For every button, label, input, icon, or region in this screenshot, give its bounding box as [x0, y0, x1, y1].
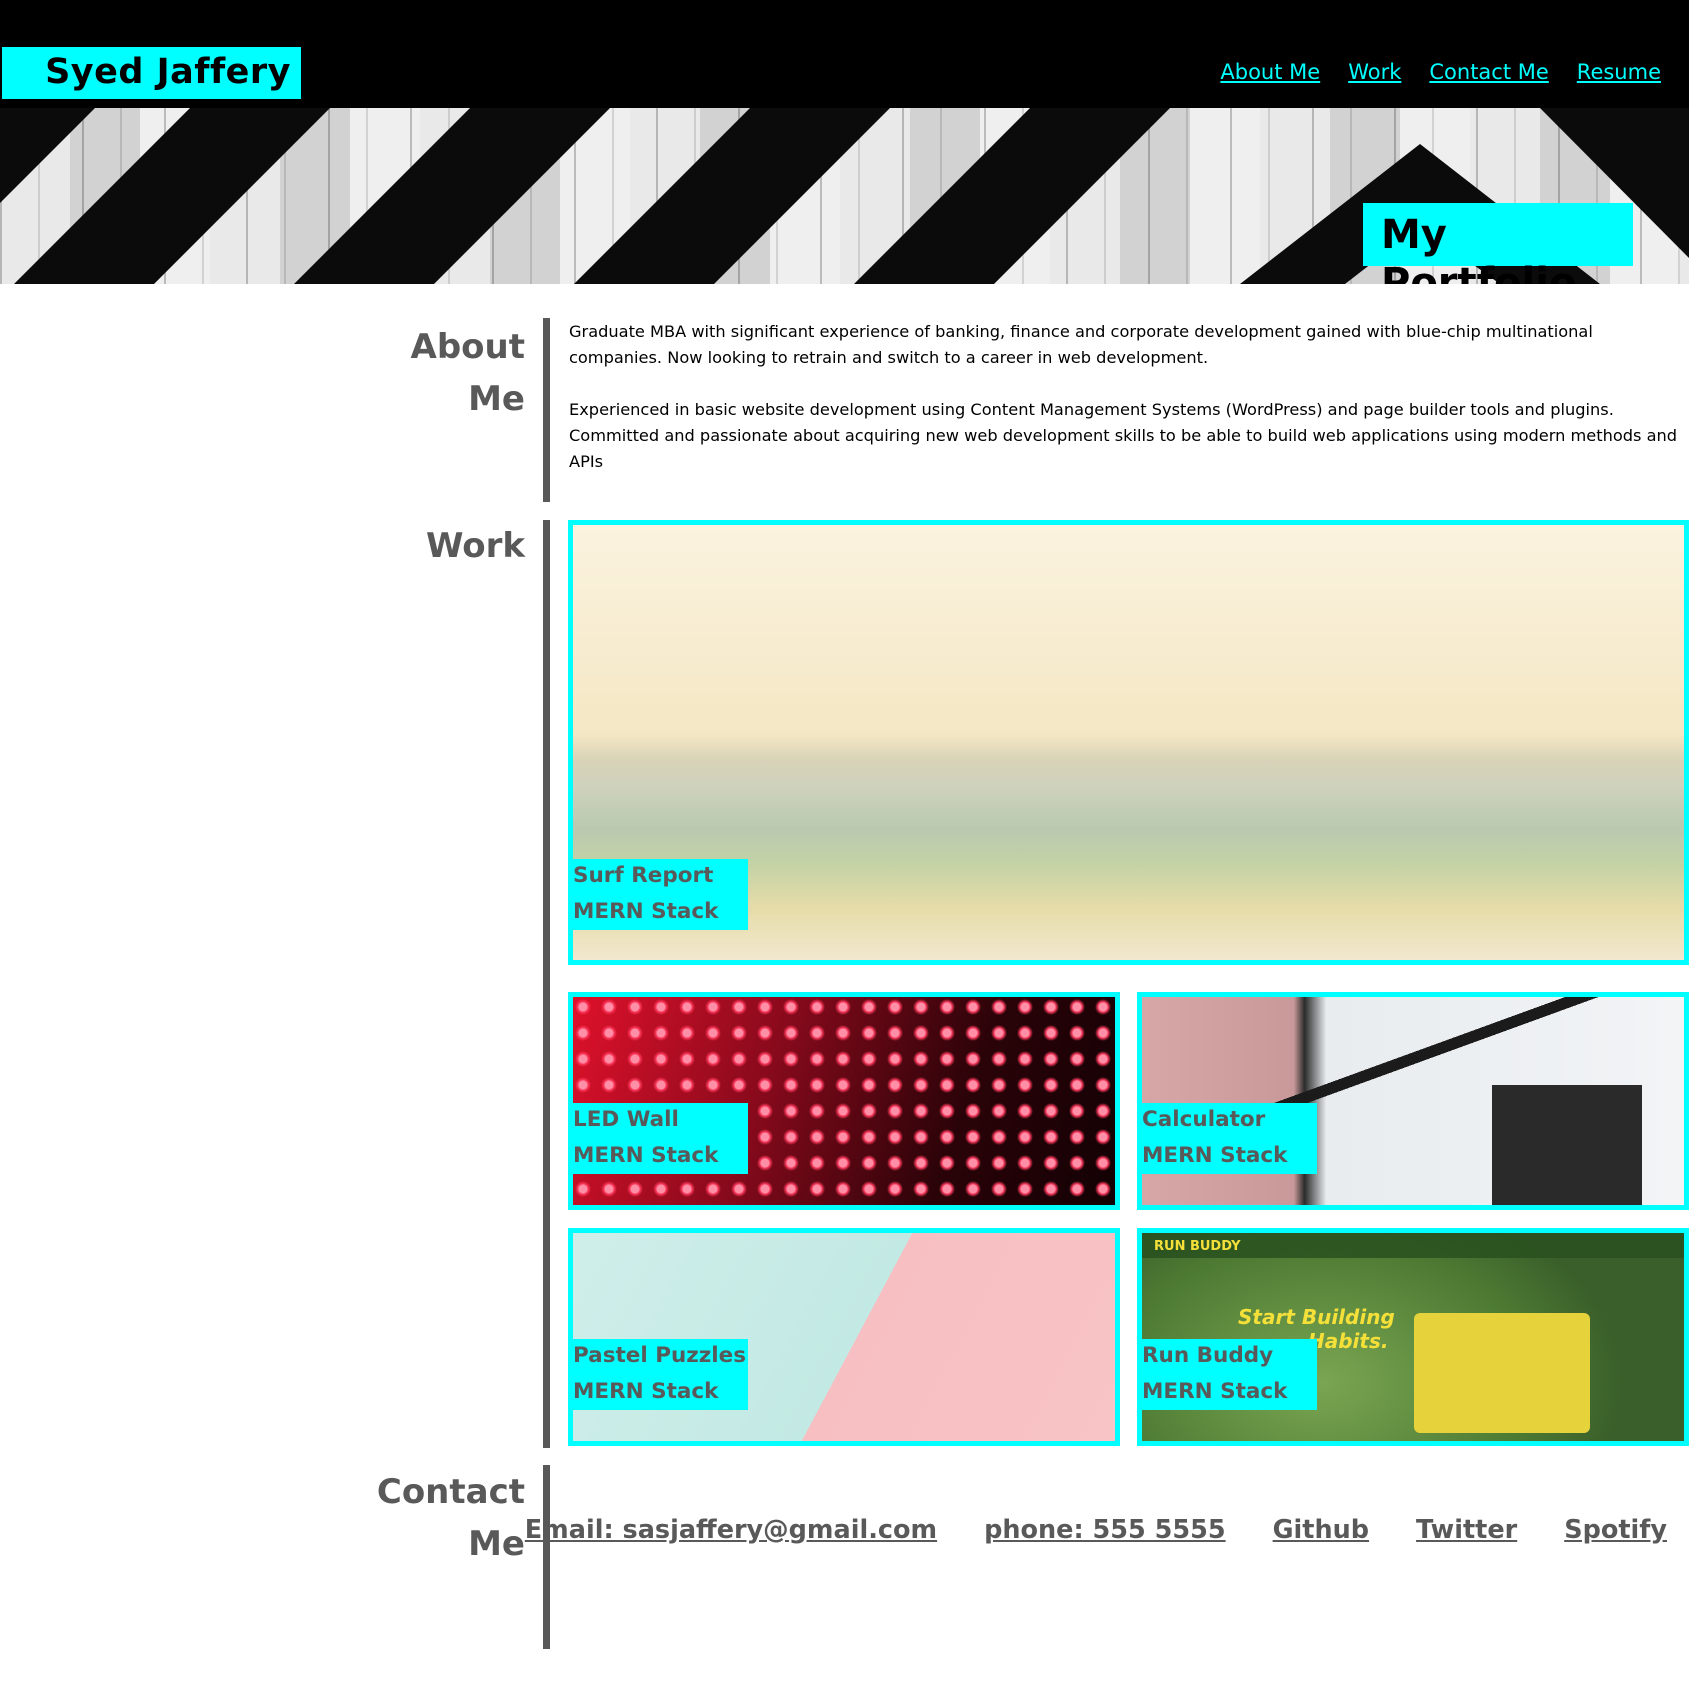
work-card-run-buddy[interactable]: RUN BUDDY Start Building Habits. Run Bud… — [1137, 1228, 1689, 1446]
card-title: LED Wall — [573, 1107, 679, 1132]
card-label: Pastel Puzzles MERN Stack — [573, 1339, 748, 1410]
card-title: Calculator — [1142, 1107, 1266, 1132]
email-link[interactable]: Email: sasjaffery@gmail.com — [525, 1512, 937, 1548]
work-divider — [543, 520, 550, 1448]
main-nav: About Me Work Contact Me Resume — [1220, 58, 1661, 86]
about-title-line1: About — [410, 327, 525, 367]
portfolio-title-badge: My Portfolio — [1363, 203, 1633, 284]
work-title: Work — [425, 526, 525, 566]
card-stack: MERN Stack — [573, 1143, 719, 1168]
nav-work[interactable]: Work — [1348, 58, 1401, 86]
hero-banner: My Portfolio — [0, 108, 1689, 284]
work-card-surf-report[interactable]: Surf Report MERN Stack — [568, 520, 1689, 965]
contact-title-line2: Me — [468, 1524, 525, 1564]
card-title: Surf Report — [573, 863, 714, 888]
work-card-led-wall[interactable]: LED Wall MERN Stack — [568, 992, 1120, 1210]
card-title: Pastel Puzzles — [573, 1343, 747, 1368]
about-paragraph-2: Experienced in basic website development… — [569, 400, 1678, 471]
calculator-device — [1492, 1085, 1642, 1205]
contact-links: Email: sasjaffery@gmail.com phone: 555 5… — [525, 1512, 1667, 1548]
contact-title-line1: Contact — [376, 1472, 525, 1512]
about-text: Graduate MBA with significant experience… — [569, 319, 1679, 501]
nav-contact-me[interactable]: Contact Me — [1429, 58, 1548, 86]
contact-title: Contact Me — [285, 1466, 525, 1570]
github-link[interactable]: Github — [1273, 1512, 1369, 1548]
card-title: Run Buddy — [1142, 1343, 1274, 1368]
phone-link[interactable]: phone: 555 5555 — [984, 1512, 1226, 1548]
work-card-pastel-puzzles[interactable]: Pastel Puzzles MERN Stack — [568, 1228, 1120, 1446]
card-label: LED Wall MERN Stack — [573, 1103, 748, 1174]
contact-divider — [543, 1465, 550, 1649]
card-stack: MERN Stack — [1142, 1143, 1288, 1168]
card-label: Run Buddy MERN Stack — [1142, 1339, 1317, 1410]
card-stack: MERN Stack — [573, 1379, 719, 1404]
card-label: Calculator MERN Stack — [1142, 1103, 1317, 1174]
about-paragraph-1: Graduate MBA with significant experience… — [569, 322, 1593, 367]
about-title: About Me — [285, 321, 525, 425]
about-divider — [543, 318, 550, 502]
hero-title: My Portfolio — [1381, 212, 1577, 284]
run-buddy-headline-line1: Start Building — [1238, 1305, 1395, 1329]
card-label: Surf Report MERN Stack — [573, 859, 748, 930]
nav-resume[interactable]: Resume — [1577, 58, 1661, 86]
twitter-link[interactable]: Twitter — [1416, 1512, 1517, 1548]
card-stack: MERN Stack — [1142, 1379, 1288, 1404]
site-name: Syed Jaffery — [45, 52, 291, 92]
nav-about-me[interactable]: About Me — [1220, 58, 1320, 86]
card-stack: MERN Stack — [573, 899, 719, 924]
run-buddy-brand: RUN BUDDY — [1154, 1239, 1241, 1254]
work-card-calculator[interactable]: Calculator MERN Stack — [1137, 992, 1689, 1210]
about-title-line2: Me — [468, 379, 525, 419]
name-badge: Syed Jaffery — [2, 47, 301, 99]
spotify-link[interactable]: Spotify — [1564, 1512, 1667, 1548]
run-buddy-form — [1414, 1313, 1590, 1433]
site-header: Syed Jaffery About Me Work Contact Me Re… — [0, 0, 1689, 108]
